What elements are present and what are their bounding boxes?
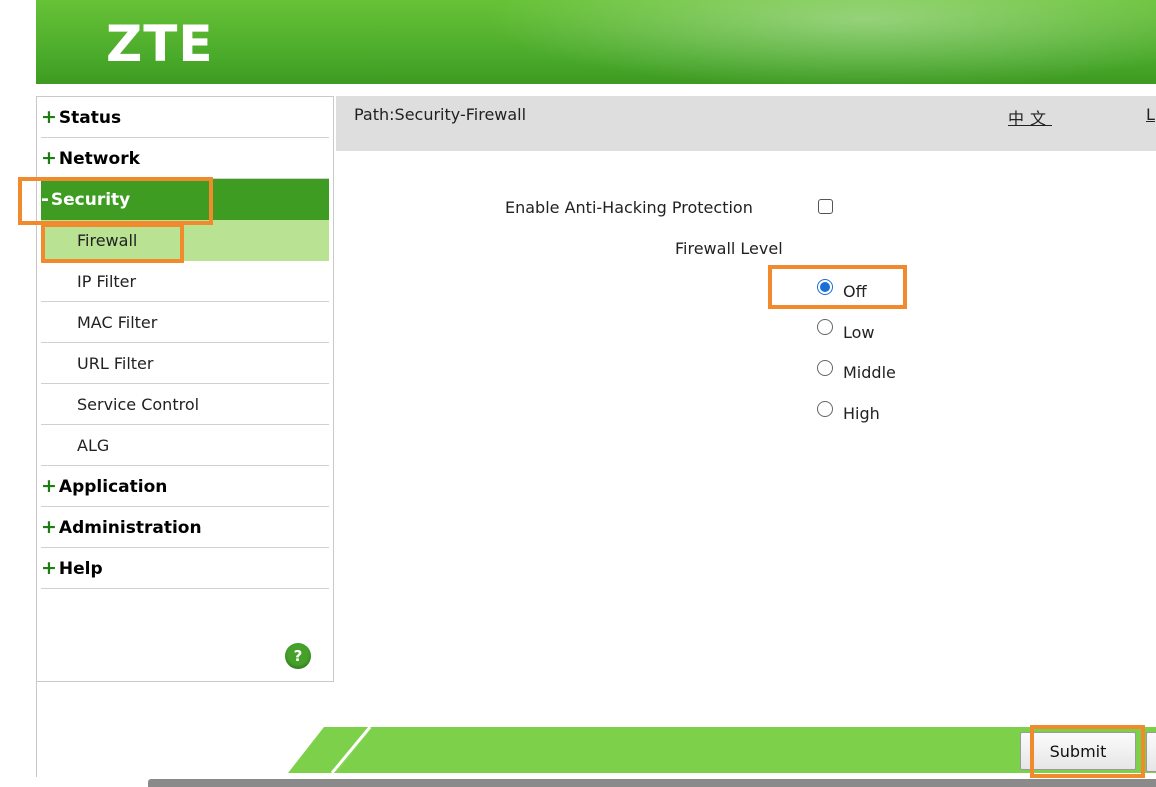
expand-icon: +	[41, 106, 57, 128]
sidebar-item-label: Administration	[58, 518, 202, 538]
cancel-button[interactable]	[1146, 732, 1156, 772]
horizontal-scrollbar[interactable]	[148, 779, 1156, 787]
anti-hacking-label: Enable Anti-Hacking Protection	[505, 198, 753, 217]
sidebar-item-label: Status	[58, 108, 122, 128]
help-icon[interactable]: ?	[285, 643, 311, 669]
expand-icon: +	[41, 475, 57, 497]
sidebar-item-network[interactable]: + Network	[41, 138, 329, 179]
firewall-level-low-radio[interactable]	[817, 319, 833, 335]
header-sheen	[416, 0, 1156, 84]
firewall-level-high-radio[interactable]	[817, 401, 833, 417]
firewall-level-off-label: Off	[843, 282, 867, 301]
firewall-level-middle-radio[interactable]	[817, 360, 833, 376]
sidebar-item-label: Network	[58, 149, 140, 169]
anti-hacking-checkbox[interactable]	[818, 199, 833, 214]
divider	[36, 680, 37, 777]
firewall-level-high-label: High	[843, 404, 880, 423]
highlight-off-option	[768, 265, 907, 309]
expand-icon: +	[41, 557, 57, 579]
sidebar-subitem-url-filter[interactable]: URL Filter	[41, 343, 329, 384]
expand-icon: +	[41, 147, 57, 169]
firewall-level-off-radio[interactable]	[817, 279, 833, 295]
sidebar-subitem-service-control[interactable]: Service Control	[41, 384, 329, 425]
sidebar-item-label: Security	[50, 190, 131, 210]
sidebar-item-security[interactable]: - Security	[41, 179, 329, 220]
sidebar-subitem-alg[interactable]: ALG	[41, 425, 329, 466]
sidebar-subitem-mac-filter[interactable]: MAC Filter	[41, 302, 329, 343]
language-link[interactable]: 中文	[1008, 105, 1052, 129]
sidebar-menu: + Status + Network - Security Firewall IP F…	[36, 96, 334, 682]
firewall-level-middle-label: Middle	[843, 363, 896, 382]
collapse-icon: -	[41, 188, 49, 210]
logout-link[interactable]: L	[1146, 105, 1155, 124]
path-bar: Path:Security-Firewall 中文 L	[336, 96, 1156, 151]
sidebar-item-application[interactable]: + Application	[41, 466, 329, 507]
breadcrumb: Path:Security-Firewall	[354, 105, 527, 124]
sidebar-subitem-ip-filter[interactable]: IP Filter	[41, 261, 329, 302]
firewall-level-label: Firewall Level	[675, 239, 783, 258]
sidebar-item-administration[interactable]: + Administration	[41, 507, 329, 548]
sidebar-subitem-firewall[interactable]: Firewall	[41, 220, 329, 261]
sidebar-item-status[interactable]: + Status	[41, 97, 329, 138]
zte-logo: ZTE	[106, 15, 214, 73]
submit-button[interactable]: Submit	[1020, 732, 1136, 770]
sidebar-item-label: Help	[58, 559, 103, 579]
expand-icon: +	[41, 516, 57, 538]
firewall-level-low-label: Low	[843, 323, 875, 342]
sidebar-item-label: Application	[58, 477, 168, 497]
sidebar-item-help[interactable]: + Help	[41, 548, 329, 589]
header-banner: ZTE	[36, 0, 1156, 84]
